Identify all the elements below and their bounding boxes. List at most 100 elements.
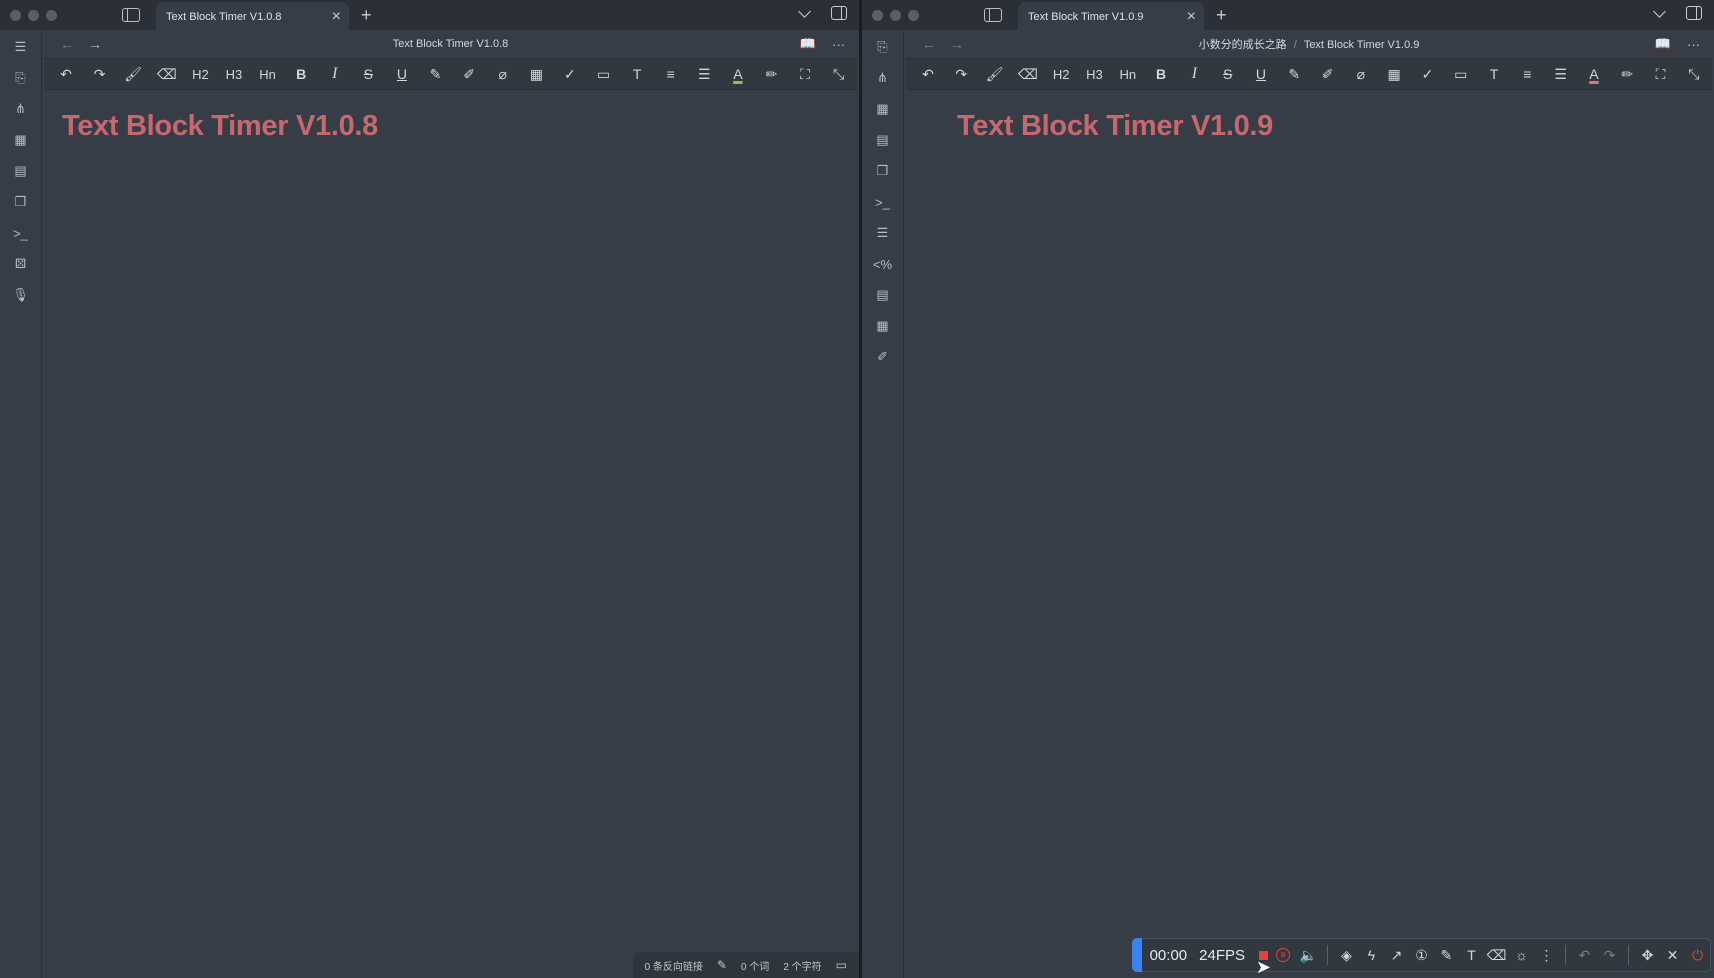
table-icon[interactable]: ▦	[1382, 67, 1406, 81]
move-icon[interactable]: ✥	[1635, 947, 1660, 964]
hn-button[interactable]: Hn	[1116, 68, 1140, 81]
calendar-list-icon[interactable]: ▤	[874, 286, 892, 304]
pause-recording-button[interactable]: II	[1276, 948, 1290, 962]
fullscreen-icon[interactable]: ⛶	[793, 67, 817, 81]
table-icon[interactable]: ▦	[524, 67, 548, 81]
text-color-button[interactable]: A	[1582, 67, 1606, 81]
list-icon[interactable]: ≡	[659, 67, 683, 81]
comment-icon[interactable]: ▭	[1449, 67, 1473, 81]
right-sidebar-toggle-icon[interactable]	[1686, 6, 1702, 20]
undo-icon[interactable]: ↶	[916, 67, 940, 81]
chevron-down-icon[interactable]	[1653, 4, 1666, 18]
minimize-window-button[interactable]	[28, 9, 39, 21]
close-icon[interactable]: ×	[332, 9, 341, 25]
eraser-icon[interactable]: ⌫	[1484, 947, 1509, 964]
text-size-icon[interactable]: T	[1482, 67, 1506, 81]
align-icon[interactable]: ☰	[692, 67, 716, 81]
file-sync-icon[interactable]: ⎘	[12, 69, 30, 87]
sidebar-toggle-icon[interactable]	[984, 8, 1002, 22]
microphone-icon[interactable]: 🎙	[12, 286, 30, 304]
more-options-icon[interactable]: ···	[1687, 37, 1700, 52]
forward-arrow-icon[interactable]: →	[950, 36, 964, 52]
editor-content[interactable]: Text Block Timer V1.0.8 0 条反向链接 ✎ 0 个词 2…	[42, 90, 859, 978]
close-icon[interactable]: ✕	[1660, 947, 1685, 964]
file-sync-icon[interactable]: ⎘	[874, 38, 892, 56]
reading-view-icon[interactable]: 📖	[1655, 36, 1671, 52]
redo-icon[interactable]: ↷	[1597, 947, 1622, 964]
grid-icon[interactable]: ▦	[874, 100, 892, 118]
format-painter-icon[interactable]: 🖌	[121, 67, 145, 81]
edit-icon[interactable]: ✐	[457, 67, 481, 81]
new-tab-button[interactable]: +	[1216, 5, 1227, 26]
minimize-window-button[interactable]	[890, 9, 901, 21]
strikethrough-button[interactable]: S	[1216, 67, 1240, 81]
collapse-icon[interactable]: ⤡	[827, 67, 851, 81]
spotlight-icon[interactable]: ☼	[1509, 947, 1534, 963]
power-icon[interactable]: ⏻	[1685, 947, 1710, 964]
h3-button[interactable]: H3	[222, 68, 246, 81]
text-size-icon[interactable]: T	[625, 67, 649, 81]
tab-active[interactable]: Text Block Timer V1.0.9 ×	[1018, 2, 1204, 32]
pen-icon[interactable]: ✎	[1434, 947, 1459, 964]
right-sidebar-toggle-icon[interactable]	[831, 6, 847, 20]
list-icon[interactable]: ≡	[1515, 67, 1539, 81]
highlighter-icon[interactable]: ✎	[424, 67, 448, 81]
eraser-icon[interactable]: ⌫	[1016, 67, 1040, 81]
zoom-window-button[interactable]	[908, 9, 919, 21]
undo-icon[interactable]: ↶	[54, 67, 78, 81]
terminal-icon[interactable]: >_	[874, 193, 892, 211]
back-arrow-icon[interactable]: ←	[60, 36, 74, 52]
edit-mode-icon[interactable]: ✎	[717, 958, 727, 972]
sidebar-toggle-icon[interactable]	[122, 8, 140, 22]
arrow-icon[interactable]: ↗	[1384, 947, 1409, 964]
more-options-icon[interactable]: ···	[832, 37, 845, 52]
h2-button[interactable]: H2	[1049, 68, 1073, 81]
curve-icon[interactable]: ϟ	[1359, 947, 1384, 963]
close-window-button[interactable]	[872, 9, 883, 21]
hn-button[interactable]: Hn	[256, 68, 280, 81]
terminal-icon[interactable]: >_	[12, 224, 30, 242]
copy-icon[interactable]: ❐	[874, 162, 892, 180]
copy-icon[interactable]: ❐	[12, 193, 30, 211]
volume-icon[interactable]: 🔈	[1296, 947, 1321, 964]
collapse-icon[interactable]: ⤡	[1682, 67, 1706, 81]
breadcrumb-file[interactable]: Text Block Timer V1.0.9	[1304, 39, 1420, 51]
excalidraw-icon[interactable]: ✐	[874, 348, 892, 366]
h3-button[interactable]: H3	[1082, 68, 1106, 81]
text-tool-icon[interactable]: T	[1459, 947, 1484, 963]
attachment-icon[interactable]: ⌀	[491, 67, 515, 81]
chevron-down-icon[interactable]	[798, 4, 811, 18]
close-icon[interactable]: ×	[1187, 9, 1196, 25]
comment-icon[interactable]: ▭	[592, 67, 616, 81]
new-tab-button[interactable]: +	[361, 5, 372, 26]
editor-content[interactable]: Text Block Timer V1.0.9 00:00 24FPS II 🔈…	[904, 90, 1714, 978]
reading-view-icon[interactable]: 📖	[800, 36, 816, 52]
outline-icon[interactable]: ☰	[12, 38, 30, 56]
h2-button[interactable]: H2	[188, 68, 212, 81]
italic-button[interactable]: I	[1182, 66, 1206, 82]
breadcrumb-folder[interactable]: 小数分的成长之路	[1199, 39, 1287, 51]
bold-button[interactable]: B	[289, 67, 313, 81]
underline-button[interactable]: U	[390, 67, 414, 81]
align-icon[interactable]: ☰	[1549, 67, 1573, 81]
close-window-button[interactable]	[10, 9, 21, 21]
tab-active[interactable]: Text Block Timer V1.0.8 ×	[156, 2, 349, 32]
shapes-icon[interactable]: ◈	[1334, 947, 1359, 964]
highlight-color-icon[interactable]: ✏	[759, 67, 783, 81]
redo-icon[interactable]: ↷	[88, 67, 112, 81]
graph-icon[interactable]: ⋔	[874, 69, 892, 87]
strikethrough-button[interactable]: S	[356, 67, 380, 81]
dice-icon[interactable]: ⚄	[12, 255, 30, 273]
graph-icon[interactable]: ⋔	[12, 100, 30, 118]
highlighter-icon[interactable]: ✎	[1282, 67, 1306, 81]
calendar-icon[interactable]: ▤	[12, 162, 30, 180]
number-icon[interactable]: ①	[1409, 947, 1434, 964]
back-arrow-icon[interactable]: ←	[922, 36, 936, 52]
zoom-window-button[interactable]	[46, 9, 57, 21]
check-circle-icon[interactable]: ✓	[558, 67, 582, 81]
edit-icon[interactable]: ✐	[1316, 67, 1340, 81]
table-icon[interactable]: ▦	[874, 317, 892, 335]
calendar-icon[interactable]: ▤	[874, 131, 892, 149]
grid-icon[interactable]: ▦	[12, 131, 30, 149]
underline-button[interactable]: U	[1249, 67, 1273, 81]
